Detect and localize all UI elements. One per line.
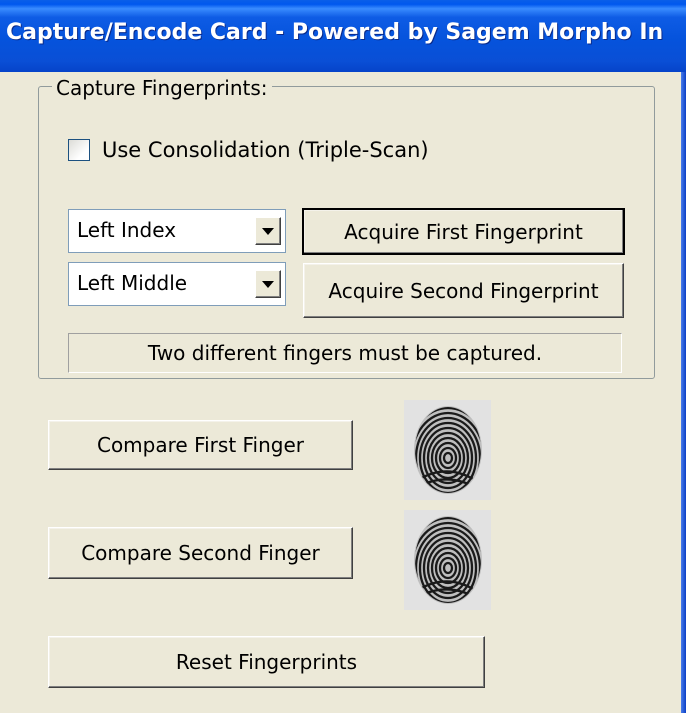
first-finger-select-value: Left Index bbox=[77, 218, 177, 242]
first-finger-select[interactable]: Left Index bbox=[68, 209, 286, 253]
compare-first-finger-button[interactable]: Compare First Finger bbox=[48, 420, 353, 470]
fingerprint-image-icon bbox=[414, 406, 482, 494]
consolidation-checkbox-label[interactable]: Use Consolidation (Triple-Scan) bbox=[102, 138, 429, 162]
second-finger-dropdown-button[interactable] bbox=[255, 270, 281, 298]
reset-fingerprints-button[interactable]: Reset Fingerprints bbox=[48, 636, 485, 688]
second-finger-select[interactable]: Left Middle bbox=[68, 262, 286, 306]
capture-group-label: Capture Fingerprints: bbox=[52, 76, 272, 100]
chevron-down-icon bbox=[262, 280, 274, 288]
fingerprint-image-icon bbox=[414, 516, 482, 604]
title-bar[interactable]: Capture/Encode Card - Powered by Sagem M… bbox=[0, 0, 686, 72]
second-finger-select-value: Left Middle bbox=[77, 271, 188, 295]
second-fingerprint-preview bbox=[404, 510, 491, 610]
consolidation-checkbox[interactable] bbox=[68, 139, 90, 161]
consolidation-checkbox-row[interactable]: Use Consolidation (Triple-Scan) bbox=[68, 135, 429, 165]
status-message: Two different fingers must be captured. bbox=[68, 333, 622, 373]
window-title: Capture/Encode Card - Powered by Sagem M… bbox=[6, 20, 664, 45]
window-border bbox=[681, 72, 686, 713]
first-finger-dropdown-button[interactable] bbox=[255, 217, 281, 245]
chevron-down-icon bbox=[262, 227, 274, 235]
first-fingerprint-preview bbox=[404, 400, 491, 500]
compare-second-finger-button[interactable]: Compare Second Finger bbox=[48, 527, 353, 579]
acquire-second-fingerprint-button[interactable]: Acquire Second Fingerprint bbox=[303, 263, 624, 318]
acquire-first-fingerprint-button[interactable]: Acquire First Fingerprint bbox=[302, 208, 625, 255]
